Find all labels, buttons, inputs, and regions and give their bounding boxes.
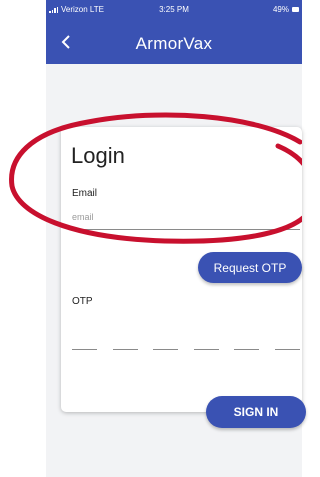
- status-right: 49%: [273, 5, 299, 14]
- otp-digit-4[interactable]: [193, 322, 219, 350]
- status-bar: Verizon LTE 3:25 PM 49%: [46, 0, 302, 22]
- otp-digit-3[interactable]: [153, 322, 179, 350]
- app-title: ArmorVax: [135, 34, 213, 53]
- email-field[interactable]: [72, 205, 300, 230]
- request-otp-button[interactable]: Request OTP: [198, 252, 302, 283]
- phone-screen: Verizon LTE 3:25 PM 49% ArmorVax Login E…: [46, 0, 306, 477]
- otp-input-row: [72, 322, 300, 350]
- login-card: Login Email Request OTP OTP SIGN IN: [61, 127, 306, 428]
- otp-digit-2[interactable]: [112, 322, 138, 350]
- otp-label: OTP: [72, 296, 93, 307]
- sign-in-button[interactable]: SIGN IN: [206, 396, 306, 428]
- status-time: 3:25 PM: [159, 5, 189, 14]
- email-label: Email: [72, 188, 98, 199]
- otp-digit-6[interactable]: [274, 322, 300, 350]
- login-heading: Login: [71, 143, 125, 168]
- battery-icon: [292, 7, 299, 12]
- app-bar: ArmorVax: [46, 22, 302, 64]
- otp-digit-1[interactable]: [72, 322, 97, 350]
- otp-digit-5[interactable]: [234, 322, 260, 350]
- battery-percent: 49%: [272, 5, 289, 14]
